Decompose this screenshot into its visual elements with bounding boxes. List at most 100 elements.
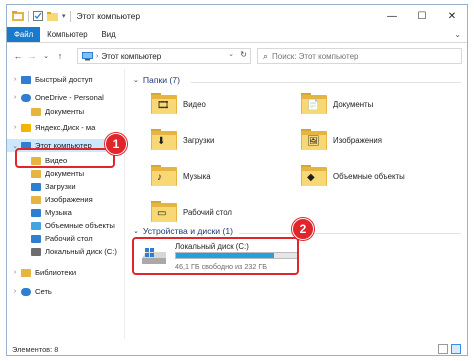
folder-tile[interactable]: 🖼 Изображения [301,129,382,151]
nav-item-label: Документы [45,107,85,116]
nav-item[interactable]: Музыка [7,206,72,219]
star-icon [21,75,31,84]
navigation-pane: › Быстрый доступ › OneDrive - Personal Докум… [7,69,125,339]
details-view-button[interactable] [438,344,448,354]
nav-item[interactable]: Документы [7,105,84,118]
up-button[interactable]: ↑ [53,51,67,61]
folder-icon: ♪ [151,165,177,187]
folder-label: Объемные объекты [333,171,405,181]
chevron-down-icon[interactable]: ⌄ [133,76,139,84]
group-divider [239,233,461,234]
expand-chevron-icon[interactable]: › [11,269,19,276]
back-button[interactable]: ← [11,51,25,61]
window-title: Этот компьютер [76,11,141,21]
devices-group-header[interactable]: ⌄ Устройства и диски (1) [133,226,233,236]
folder-tile[interactable]: ◆ Объемные объекты [301,165,405,187]
folder-tile[interactable]: 📄 Документы [301,93,373,115]
nav-item[interactable]: › Сеть [7,285,52,298]
recent-locations-button[interactable]: ⌄ [39,52,53,60]
highlight-drive-c [132,237,299,275]
new-folder-icon[interactable] [47,11,58,21]
nav-item[interactable]: Рабочий стол [7,232,93,245]
chevron-down-icon[interactable]: ▾ [62,12,66,20]
nav-item-label: Документы [45,169,85,178]
expand-chevron-icon[interactable]: › [11,288,19,295]
maximize-button[interactable]: ☐ [407,5,437,27]
tab-computer[interactable]: Компьютер [40,27,94,42]
cloud-icon [21,93,31,102]
tiles-view-button[interactable] [451,344,461,354]
folder-tile[interactable]: 🎞 Видео [151,93,206,115]
breadcrumb-chevron-icon[interactable]: › [96,53,98,60]
folder-label: Музыка [183,171,211,181]
devices-group-title: Устройства и диски (1) [142,226,233,236]
nav-item[interactable]: › Яндекс.Диск - ма [7,121,96,134]
nav-item[interactable]: Документы [7,167,84,180]
nav-item-label: Яндекс.Диск - ма [35,123,96,132]
nav-item[interactable]: › Быстрый доступ [7,73,93,86]
folder-symbol-icon: 📄 [307,100,320,111]
expand-chevron-icon[interactable]: › [11,94,19,101]
network-icon [21,287,31,296]
nav-item[interactable]: Локальный диск (C:) [7,245,117,258]
content-pane: ⌄ Папки (7) 🎞 Видео 📄 Документы ⬇ Загрузки 🖼 Из… [127,69,467,341]
forward-button[interactable]: → [25,51,39,61]
expand-chevron-icon[interactable]: › [11,76,19,83]
folder-label: Изображения [333,135,383,145]
tab-file[interactable]: Файл [7,27,41,42]
explorer-icon [12,11,24,21]
folder-symbol-icon: 🖼 [307,136,320,147]
properties-icon[interactable] [33,11,43,21]
callout-badge-2: 2 [292,218,314,240]
search-icon: ⌕ [263,50,269,61]
folder-label: Загрузки [183,135,215,145]
nav-item-label: Библиотеки [35,268,77,277]
tab-view[interactable]: Вид [95,27,123,42]
folder-symbol-icon: ⬇ [157,136,166,147]
folders-group-title: Папки (7) [142,75,180,85]
folder-symbol-icon: ♪ [157,172,162,183]
nav-item[interactable]: › Библиотеки [7,266,76,279]
folder-icon: 📄 [301,93,327,115]
highlight-this-computer [15,148,115,168]
libraries-icon [21,268,31,277]
chevron-down-icon[interactable]: ⌄ [133,227,139,235]
folder-icon [31,107,41,116]
nav-item[interactable]: Изображения [7,193,93,206]
folder-icon: 🖼 [301,129,327,151]
folders-group-header[interactable]: ⌄ Папки (7) [133,75,180,85]
nav-item-label: Сеть [35,287,52,296]
search-input[interactable] [272,51,443,61]
folder-tile[interactable]: ▭ Рабочий стол [151,201,232,223]
folder-symbol-icon: ◆ [307,172,315,183]
nav-item[interactable]: Объемные объекты [7,219,115,232]
folder-label: Видео [183,99,206,109]
folder-icon: ⬇ [151,129,177,151]
search-box[interactable]: ⌕ [257,48,462,64]
address-dropdown-icon[interactable]: ⌄ [228,50,234,58]
expand-ribbon-icon[interactable]: ⌄ [454,30,461,39]
status-bar: Элементов: 8 [7,341,467,355]
view-switcher [438,344,461,354]
folder-tile[interactable]: ♪ Музыка [151,165,211,187]
expand-chevron-icon[interactable]: › [11,124,19,131]
address-path[interactable]: Этот компьютер [101,52,161,61]
nav-item[interactable]: › OneDrive - Personal [7,91,104,104]
folder-label: Рабочий стол [183,207,232,217]
item-count: Элементов: 8 [12,344,59,354]
explorer-window: ▾ Этот компьютер — ☐ ✕ Файл Компьютер Ви… [6,4,468,356]
folder-icon: ◆ [301,165,327,187]
close-button[interactable]: ✕ [437,5,467,27]
folder-label: Документы [333,99,374,109]
nav-item[interactable]: Загрузки [7,180,76,193]
nav-item-label: Изображения [45,195,93,204]
navigation-bar: ← → ⌄ ↑ › Этот компьютер ⌄ ↻ ⌕ [7,45,467,67]
pictures-folder-icon [31,195,41,204]
minimize-button[interactable]: — [377,5,407,27]
title-bar: ▾ Этот компьютер — ☐ ✕ [7,5,467,27]
refresh-icon[interactable]: ↻ [240,50,247,59]
window-controls: — ☐ ✕ [377,5,467,27]
address-bar[interactable]: › Этот компьютер ⌄ ↻ [77,48,251,64]
desktop-folder-icon [31,234,41,243]
folder-tile[interactable]: ⬇ Загрузки [151,129,214,151]
